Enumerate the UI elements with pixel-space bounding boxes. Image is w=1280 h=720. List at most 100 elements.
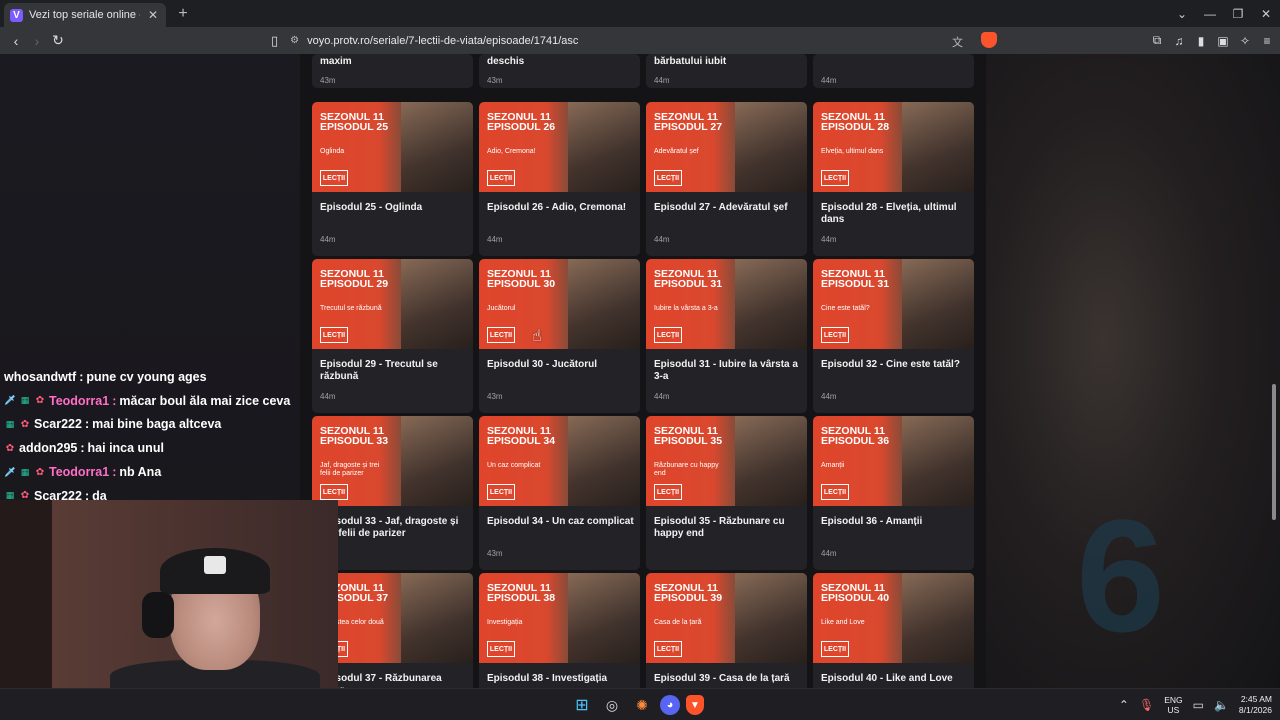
episode-title[interactable]: Episodul 34 - Un caz complicat	[487, 516, 635, 528]
back-icon[interactable]: ‹	[6, 33, 26, 49]
episode-thumbnail[interactable]: SEZONUL 11 EPISODUL 38 Investigația LECȚII	[479, 573, 640, 663]
episode-card[interactable]: SEZONUL 11 EPISODUL 35 Răzbunare cu happy …	[646, 416, 807, 570]
episode-card[interactable]: SEZONUL 11 EPISODUL 39 Casa de la țară LECȚ…	[646, 573, 807, 688]
episode-title[interactable]: Episodul 36 - Amanții	[821, 516, 969, 528]
episode-thumbnail[interactable]: SEZONUL 11 EPISODUL 29 Trecutul se răzbună…	[312, 259, 473, 349]
episode-card[interactable]: SEZONUL 11 EPISODUL 31 Iubire la vârsta a …	[646, 259, 807, 413]
sidebar-icon[interactable]: ▮	[1194, 34, 1208, 48]
show-logo-icon: LECȚII	[487, 641, 515, 657]
minimize-icon[interactable]: —	[1196, 7, 1224, 21]
episode-thumbnail[interactable]: SEZONUL 11 EPISODUL 30 Jucătorul LECȚII	[479, 259, 640, 349]
episode-thumbnail[interactable]: SEZONUL 11 EPISODUL 40 Like and Love LECȚII	[813, 573, 974, 663]
clock[interactable]: 2:45 AM 8/1/2026	[1239, 694, 1272, 716]
episode-thumbnail[interactable]: SEZONUL 11 EPISODUL 33 Jaf, dragoste și tr…	[312, 416, 473, 506]
chat-text: măcar boul ăla mai zice ceva	[119, 393, 291, 408]
volume-icon[interactable]: 🔈	[1214, 698, 1229, 712]
extensions-icon[interactable]: ⧉	[1150, 33, 1164, 48]
episode-title[interactable]: Episodul 35 - Răzbunare cu happy end	[654, 516, 802, 540]
episode-card[interactable]: SEZONUL 11 EPISODUL 34 Un caz complicat LEC…	[479, 416, 640, 570]
leo-icon[interactable]: ✧	[1238, 34, 1252, 48]
episode-title[interactable]: Episodul 32 - Cine este tatăl?	[821, 359, 969, 371]
episode-title[interactable]: Episodul 25 - Oglinda	[320, 202, 468, 214]
thumbnail-subtitle: Elveția, ultimul dans	[821, 148, 884, 155]
menu-icon[interactable]: ≡	[1260, 34, 1274, 48]
episode-thumbnail[interactable]: SEZONUL 11 EPISODUL 34 Un caz complicat LEC…	[479, 416, 640, 506]
episode-card[interactable]: SEZONUL 11 EPISODUL 26 Adio, Cremona! LECȚI…	[479, 102, 640, 256]
episode-title[interactable]: Episodul 30 - Jucătorul	[487, 359, 635, 371]
chat-username[interactable]: Teodorra1	[49, 394, 109, 408]
episode-thumbnail[interactable]: SEZONUL 11 EPISODUL 31 Cine este tatăl? LEC…	[813, 259, 974, 349]
episode-card[interactable]: SEZONUL 11 EPISODUL 29 Trecutul se răzbună…	[312, 259, 473, 413]
tray-chevron-icon[interactable]: ⌃	[1119, 698, 1129, 712]
chat-username[interactable]: Scar222	[34, 417, 82, 431]
episode-duration: 43m	[487, 392, 503, 401]
episode-title[interactable]: Episodul 33 - Jaf, dragoste și trei feli…	[320, 516, 468, 540]
forward-icon[interactable]: ›	[27, 33, 47, 49]
translate-icon[interactable]: 文	[952, 34, 963, 50]
tab-close-icon[interactable]: ✕	[146, 8, 160, 22]
chat-username[interactable]: Teodorra1	[49, 465, 109, 479]
chat-username[interactable]: whosandwtf	[4, 370, 76, 384]
media-icon[interactable]: ♫	[1172, 34, 1186, 48]
url-field[interactable]: ⚙ voyo.protv.ro/seriale/7-lectii-de-viat…	[290, 30, 1010, 52]
episode-thumbnail[interactable]: SEZONUL 11 EPISODUL 28 Elveția, ultimul da…	[813, 102, 974, 192]
episode-card[interactable]: SEZONUL 11 EPISODUL 38 Investigația LECȚII E…	[479, 573, 640, 688]
episode-card[interactable]: SEZONUL 11 EPISODUL 30 Jucătorul LECȚII Epis…	[479, 259, 640, 413]
episode-card[interactable]: SEZONUL 11 EPISODUL 36 Amanții LECȚII Episod…	[813, 416, 974, 570]
windows-start-icon[interactable]: ⊞	[570, 693, 594, 717]
episode-thumbnail[interactable]: SEZONUL 11 EPISODUL 39 Casa de la țară LECȚ…	[646, 573, 807, 663]
restore-icon[interactable]: ❐	[1224, 7, 1252, 21]
chat-message: ▦ ✿ Scar222: mai bine baga altceva	[0, 413, 300, 437]
show-logo-icon: LECȚII	[654, 641, 682, 657]
episode-card-partial[interactable]: bărbatului iubit 44m	[646, 54, 807, 88]
episode-thumbnail[interactable]: SEZONUL 11 EPISODUL 26 Adio, Cremona! LECȚI…	[479, 102, 640, 192]
episode-thumbnail[interactable]: SEZONUL 11 EPISODUL 36 Amanții LECȚII	[813, 416, 974, 506]
thumbnail-subtitle: Oglinda	[320, 148, 345, 155]
episode-card[interactable]: SEZONUL 11 EPISODUL 28 Elveția, ultimul da…	[813, 102, 974, 256]
thumbnail-season: SEZONUL 11 EPISODUL 27	[654, 111, 723, 133]
wallet-icon[interactable]: ▣	[1216, 34, 1230, 48]
brave-shield-icon[interactable]	[981, 32, 997, 48]
episode-card-partial[interactable]: deschis 43m	[479, 54, 640, 88]
reload-icon[interactable]: ↻	[48, 32, 68, 49]
episode-title[interactable]: Episodul 38 - Investigația	[487, 673, 635, 685]
discord-icon[interactable]: ◕	[660, 695, 680, 715]
episode-card-partial[interactable]: maxim 43m	[312, 54, 473, 88]
brave-browser-icon[interactable]: ▼	[686, 695, 704, 715]
bookmark-icon[interactable]: ▯	[271, 33, 278, 49]
episode-title[interactable]: Episodul 29 - Trecutul se răzbună	[320, 359, 468, 383]
app-icon[interactable]: ◎	[600, 693, 624, 717]
close-window-icon[interactable]: ✕	[1252, 7, 1280, 21]
episode-card[interactable]: SEZONUL 11 EPISODUL 25 Oglinda LECȚII Episod…	[312, 102, 473, 256]
episode-title[interactable]: Episodul 39 - Casa de la țară	[654, 673, 802, 685]
thumbnail-scene	[902, 259, 974, 349]
episode-thumbnail[interactable]: SEZONUL 11 EPISODUL 35 Răzbunare cu happy …	[646, 416, 807, 506]
episode-card[interactable]: SEZONUL 11 EPISODUL 27 Adevăratul șef LECȚI…	[646, 102, 807, 256]
page-scrollbar[interactable]	[1272, 384, 1276, 520]
browser-tab[interactable]: V Vezi top seriale online - Alege ce ✕	[4, 3, 166, 27]
app-star-icon[interactable]: ✺	[630, 693, 654, 717]
episode-title[interactable]: Episodul 28 - Elveția, ultimul dans	[821, 202, 969, 226]
system-tray: ⌃ 🎙 ENG US ▭ 🔈 2:45 AM 8/1/2026	[1119, 689, 1272, 720]
tab-search-icon[interactable]: ⌄	[1168, 7, 1196, 21]
show-logo-icon: LECȚII	[654, 484, 682, 500]
episode-thumbnail[interactable]: SEZONUL 11 EPISODUL 25 Oglinda LECȚII	[312, 102, 473, 192]
microphone-icon[interactable]: 🎙	[1139, 698, 1154, 712]
episode-thumbnail[interactable]: SEZONUL 11 EPISODUL 27 Adevăratul șef LECȚI…	[646, 102, 807, 192]
thumbnail-scene	[902, 102, 974, 192]
display-icon[interactable]: ▭	[1193, 698, 1204, 712]
episode-title[interactable]: Episodul 31 - Iubire la vârsta a 3-a	[654, 359, 802, 383]
episode-card-partial[interactable]: 44m	[813, 54, 974, 88]
episode-card[interactable]: SEZONUL 11 EPISODUL 31 Cine este tatăl? LEC…	[813, 259, 974, 413]
episode-title[interactable]: Episodul 26 - Adio, Cremona!	[487, 202, 635, 214]
new-tab-button[interactable]: +	[174, 5, 192, 23]
chat-username[interactable]: addon295	[19, 441, 77, 455]
episode-title[interactable]: Episodul 27 - Adevăratul șef	[654, 202, 802, 214]
episode-thumbnail[interactable]: SEZONUL 11 EPISODUL 31 Iubire la vârsta a …	[646, 259, 807, 349]
language-indicator[interactable]: ENG US	[1164, 695, 1182, 715]
site-info-icon[interactable]: ⚙	[290, 35, 299, 46]
sub-badge-icon: ▦	[20, 466, 30, 477]
episode-title[interactable]: Episodul 40 - Like and Love	[821, 673, 969, 685]
episode-card[interactable]: SEZONUL 11 EPISODUL 40 Like and Love LECȚII…	[813, 573, 974, 688]
episode-title[interactable]: Episodul 37 - Răzbunarea celor	[320, 673, 468, 688]
